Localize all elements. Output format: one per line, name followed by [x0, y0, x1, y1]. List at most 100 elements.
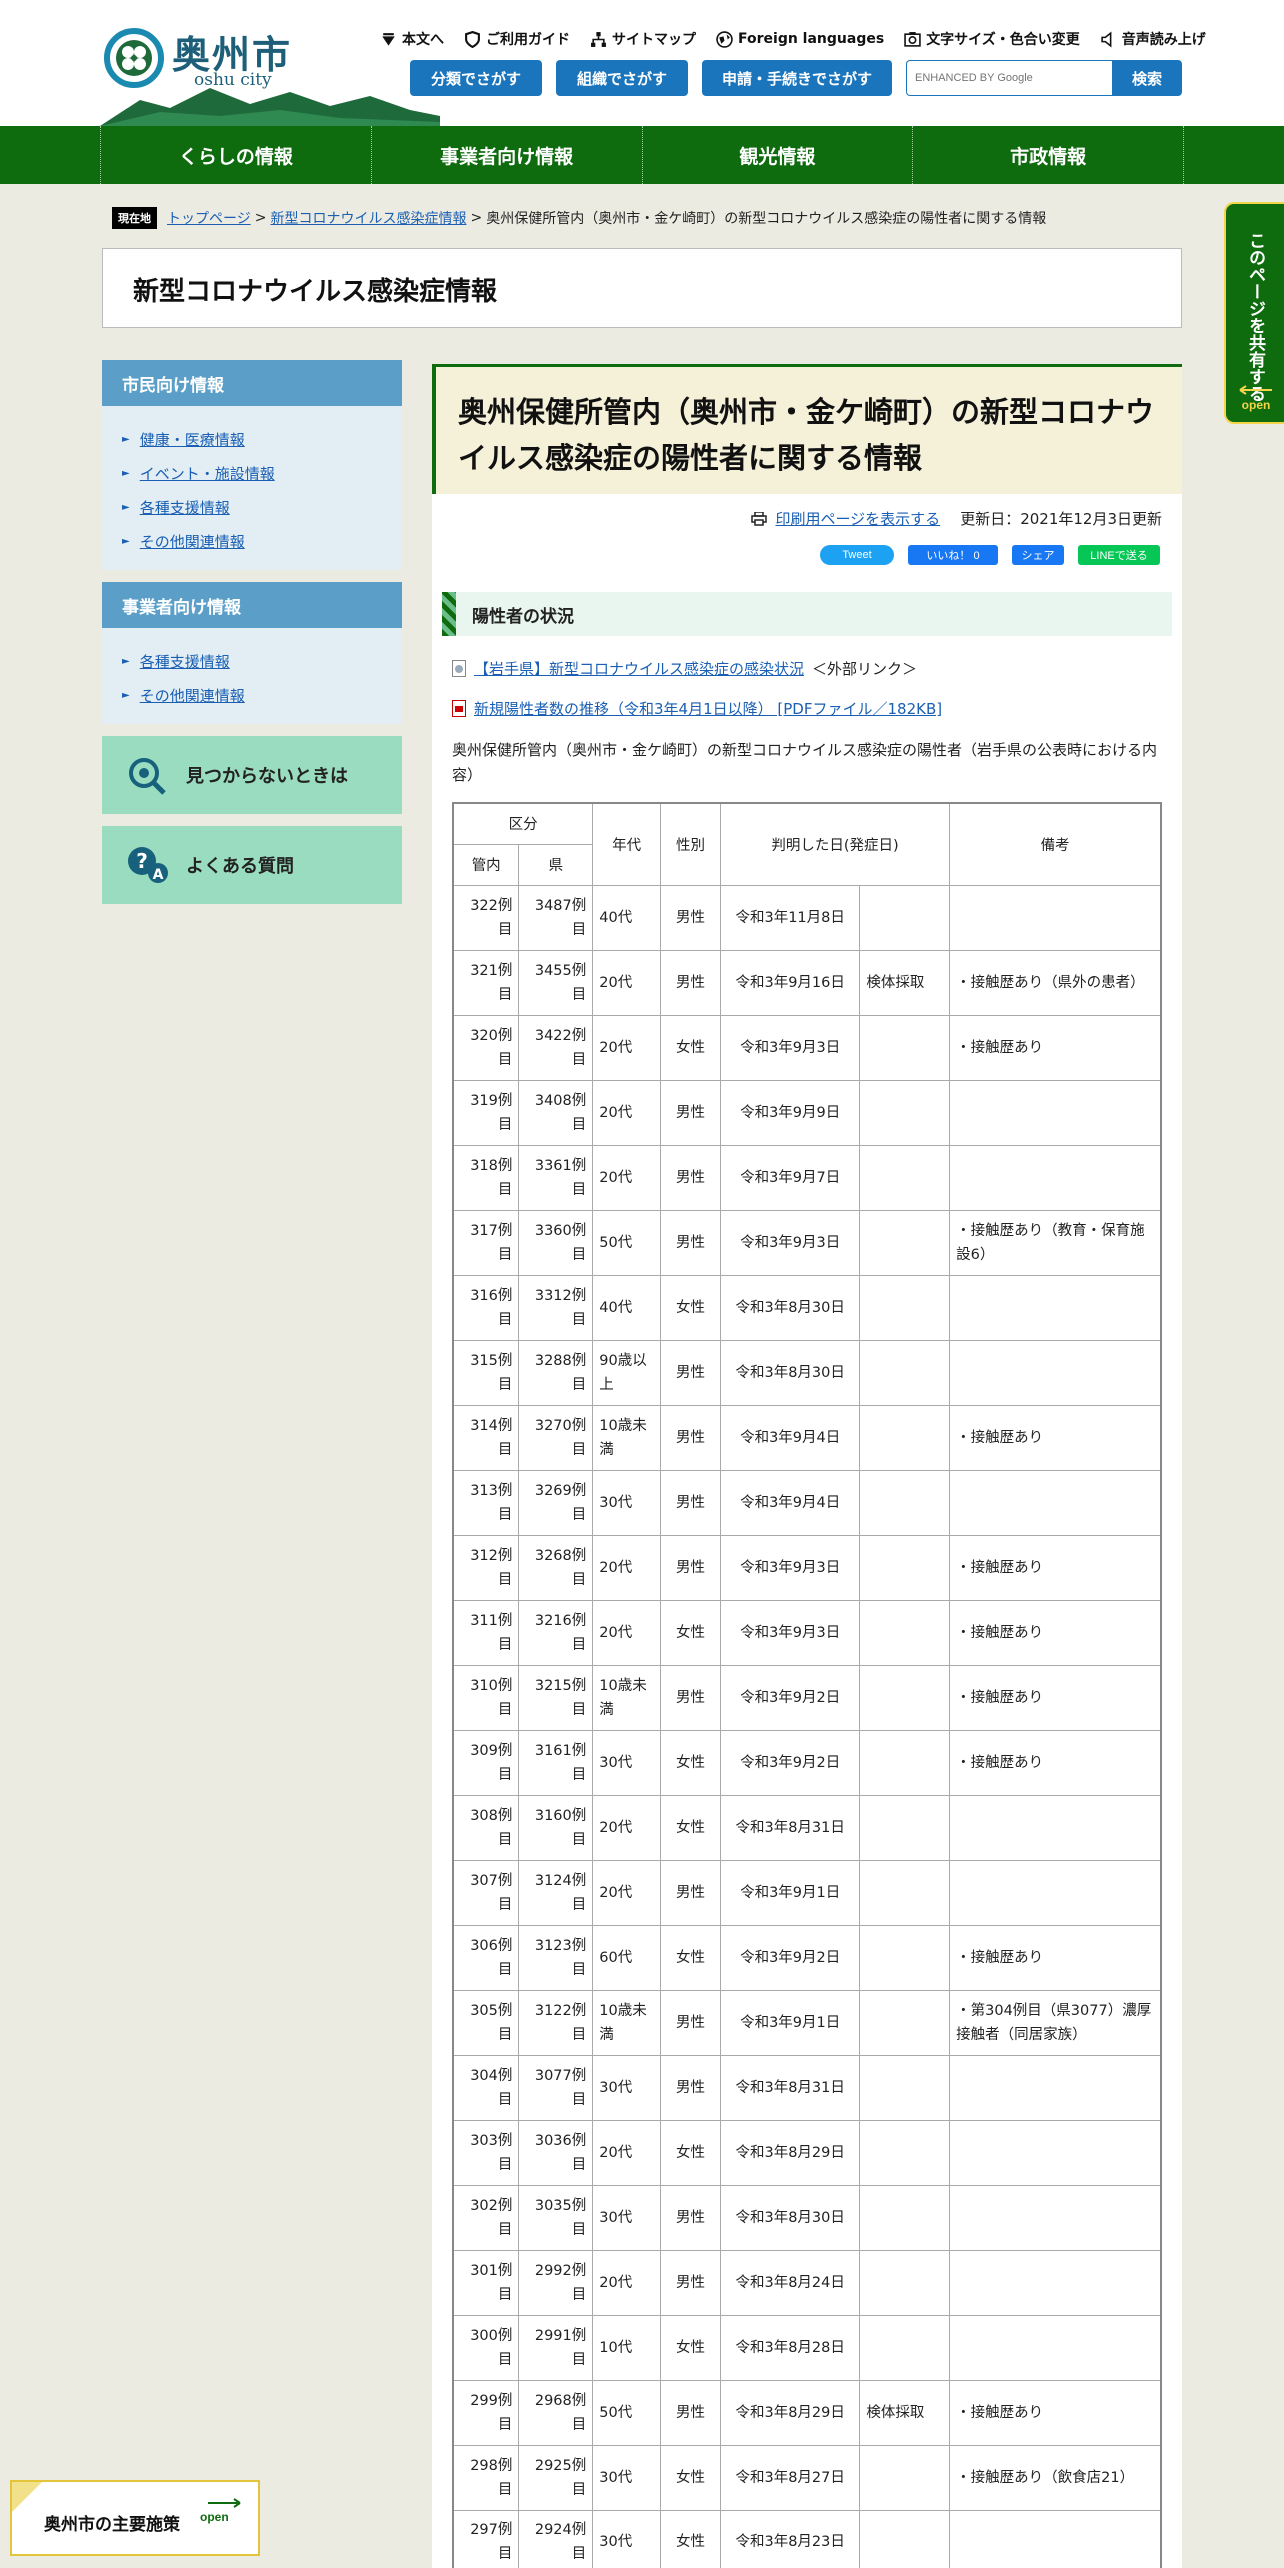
page-share-tab[interactable]: このページを共有する open	[1224, 202, 1284, 424]
table-row: 318例目 3361例目 20代 男性 令和3年9月7日	[452, 1144, 1162, 1211]
line-share-button[interactable]: LINEで送る	[1078, 545, 1160, 565]
util-link-fontsize[interactable]: 文字サイズ・色合い変更	[904, 26, 1080, 52]
table-row: 315例目 3288例目 90歳以上 男性 令和3年8月30日	[452, 1339, 1162, 1406]
cell-ken: 3036例目	[518, 2119, 594, 2186]
breadcrumb-category-link[interactable]: 新型コロナウイルス感染症情報	[270, 208, 466, 228]
util-link-guide[interactable]: ご利用ガイド	[464, 26, 570, 52]
cell-ken: 3312例目	[518, 1274, 594, 1341]
cell-date-note	[859, 884, 951, 951]
cell-sex: 女性	[660, 2314, 721, 2381]
city-emblem-icon	[104, 28, 164, 88]
gnav-tourism[interactable]: 観光情報	[641, 126, 913, 184]
cell-age: 20代	[592, 1859, 662, 1926]
table-row: 299例目 2968例目 50代 男性 令和3年8月29日 検体採取 ・接触歴あり	[452, 2379, 1162, 2446]
iwate-infection-link[interactable]: 【岩手県】新型コロナウイルス感染症の感染状況	[474, 658, 804, 679]
util-link-languages[interactable]: Foreign languages	[716, 26, 884, 52]
section-heading-marker	[442, 592, 456, 636]
sidebar-link-health[interactable]: 健康・医療情報	[140, 429, 245, 450]
breadcrumb: 現在地 トップページ > 新型コロナウイルス感染症情報 > 奥州保健所管内（奥州…	[112, 207, 1192, 229]
main-policies-tab[interactable]: 奥州市の主要施策 open	[10, 2480, 260, 2556]
cell-kannai: 305例目	[452, 1989, 520, 2056]
tweet-button[interactable]: Tweet	[820, 545, 894, 565]
table-row: 308例目 3160例目 20代 女性 令和3年8月31日	[452, 1794, 1162, 1861]
cell-kannai: 310例目	[452, 1664, 520, 1731]
page-share-tab-open-label: open	[1241, 398, 1271, 412]
search-button[interactable]: 検索	[1112, 60, 1182, 96]
search-by-category-button[interactable]: 分類でさがす	[410, 60, 542, 96]
search-by-organization-button[interactable]: 組織でさがす	[556, 60, 688, 96]
cell-kannai: 301例目	[452, 2249, 520, 2316]
cell-note: ・接触歴あり	[949, 1014, 1162, 1081]
chevron-right-icon: ►	[122, 501, 130, 513]
faq-button[interactable]: ? A よくある質問	[102, 826, 402, 904]
sidebar-item-support[interactable]: ► 各種支援情報	[122, 490, 402, 524]
sidebar-link-other[interactable]: その他関連情報	[140, 531, 245, 552]
cell-sex: 男性	[660, 1859, 721, 1926]
sidebar-link-business-support[interactable]: 各種支援情報	[140, 651, 230, 672]
question-icon: ?A	[128, 847, 168, 883]
table-row: 314例目 3270例目 10歳未満 男性 令和3年9月4日 ・接触歴あり	[452, 1404, 1162, 1471]
not-found-button[interactable]: 見つからないときは	[102, 736, 402, 814]
category-title: 新型コロナウイルス感染症情報	[133, 277, 498, 307]
util-link-speech[interactable]: 音声読み上げ	[1100, 26, 1206, 52]
sidebar-item-health[interactable]: ► 健康・医療情報	[122, 422, 402, 456]
cell-age: 30代	[592, 1469, 662, 1536]
gnav-business[interactable]: 事業者向け情報	[370, 126, 642, 184]
cell-age: 20代	[592, 1534, 662, 1601]
sidebar-link-support[interactable]: 各種支援情報	[140, 497, 230, 518]
sidebar-item-events[interactable]: ► イベント・施設情報	[122, 456, 402, 490]
sidebar-link-events[interactable]: イベント・施設情報	[140, 463, 275, 484]
cell-date: 令和3年9月9日	[719, 1079, 861, 1146]
cell-ken: 3360例目	[518, 1209, 594, 1276]
sidebar-business-title: 事業者向け情報	[102, 582, 402, 628]
table-row: 316例目 3312例目 40代 女性 令和3年8月30日	[452, 1274, 1162, 1341]
cell-note	[949, 884, 1162, 951]
sidebar-item-business-support[interactable]: ► 各種支援情報	[122, 644, 402, 678]
cell-age: 90歳以上	[592, 1339, 662, 1406]
col-header-age: 年代	[592, 802, 662, 886]
cell-date: 令和3年8月30日	[719, 2184, 861, 2251]
util-link-languages-label: Foreign languages	[738, 31, 885, 47]
search-input[interactable]	[906, 60, 1112, 96]
sidebar-item-business-other[interactable]: ► その他関連情報	[122, 678, 402, 712]
printer-icon	[751, 511, 768, 526]
print-link[interactable]: 印刷用ページを表示する	[775, 508, 940, 529]
cell-sex: 女性	[660, 2444, 721, 2511]
cell-date-note	[859, 1404, 951, 1471]
gnav-living[interactable]: くらしの情報	[100, 126, 371, 184]
search-buttons: 分類でさがす 組織でさがす 申請・手続きでさがす	[410, 60, 892, 96]
sidebar: 市民向け情報 ► 健康・医療情報 ► イベント・施設情報 ► 各種支援情報 ► その他関…	[102, 360, 402, 916]
cell-ken: 3361例目	[518, 1144, 594, 1211]
cell-note	[949, 1469, 1162, 1536]
table-row: 302例目 3035例目 30代 男性 令和3年8月30日	[452, 2184, 1162, 2251]
cell-note	[949, 1144, 1162, 1211]
print-link-wrap[interactable]: 印刷用ページを表示する	[751, 508, 940, 529]
cell-ken: 3215例目	[518, 1664, 594, 1731]
new-cases-pdf-link[interactable]: 新規陽性者数の推移（令和3年4月1日以降） [PDFファイル／182KB]	[474, 698, 942, 719]
cell-date: 令和3年8月31日	[719, 1794, 861, 1861]
cell-date: 令和3年9月4日	[719, 1404, 861, 1471]
cell-sex: 男性	[660, 1209, 721, 1276]
breadcrumb-home-link[interactable]: トップページ	[167, 208, 251, 228]
facebook-like-button[interactable]: いいね！ 0	[908, 545, 998, 565]
sidebar-item-other[interactable]: ► その他関連情報	[122, 524, 402, 558]
cell-note	[949, 2249, 1162, 2316]
col-header-kubun: 区分	[452, 802, 594, 845]
site-search-form: 検索	[906, 60, 1182, 96]
cell-sex: 女性	[660, 1274, 721, 1341]
case-table-header: 区分 年代 性別 判明した日(発症日) 備考 管内 県	[452, 802, 1162, 886]
cell-age: 30代	[592, 2054, 662, 2121]
cell-age: 50代	[592, 2379, 662, 2446]
sidebar-link-business-other[interactable]: その他関連情報	[140, 685, 245, 706]
util-link-skip-label: 本文へ	[402, 32, 444, 48]
gnav-city-admin[interactable]: 市政情報	[912, 126, 1184, 184]
cell-age: 10代	[592, 2314, 662, 2381]
facebook-share-button[interactable]: シェア	[1012, 545, 1064, 565]
table-row: 311例目 3216例目 20代 女性 令和3年9月3日 ・接触歴あり	[452, 1599, 1162, 1666]
table-row: 320例目 3422例目 20代 女性 令和3年9月3日 ・接触歴あり	[452, 1014, 1162, 1081]
cell-kannai: 319例目	[452, 1079, 520, 1146]
util-link-skip[interactable]: 本文へ	[380, 26, 444, 52]
search-by-procedure-button[interactable]: 申請・手続きでさがす	[702, 60, 892, 96]
col-header-note: 備考	[949, 802, 1162, 886]
util-link-sitemap[interactable]: サイトマップ	[590, 26, 696, 52]
